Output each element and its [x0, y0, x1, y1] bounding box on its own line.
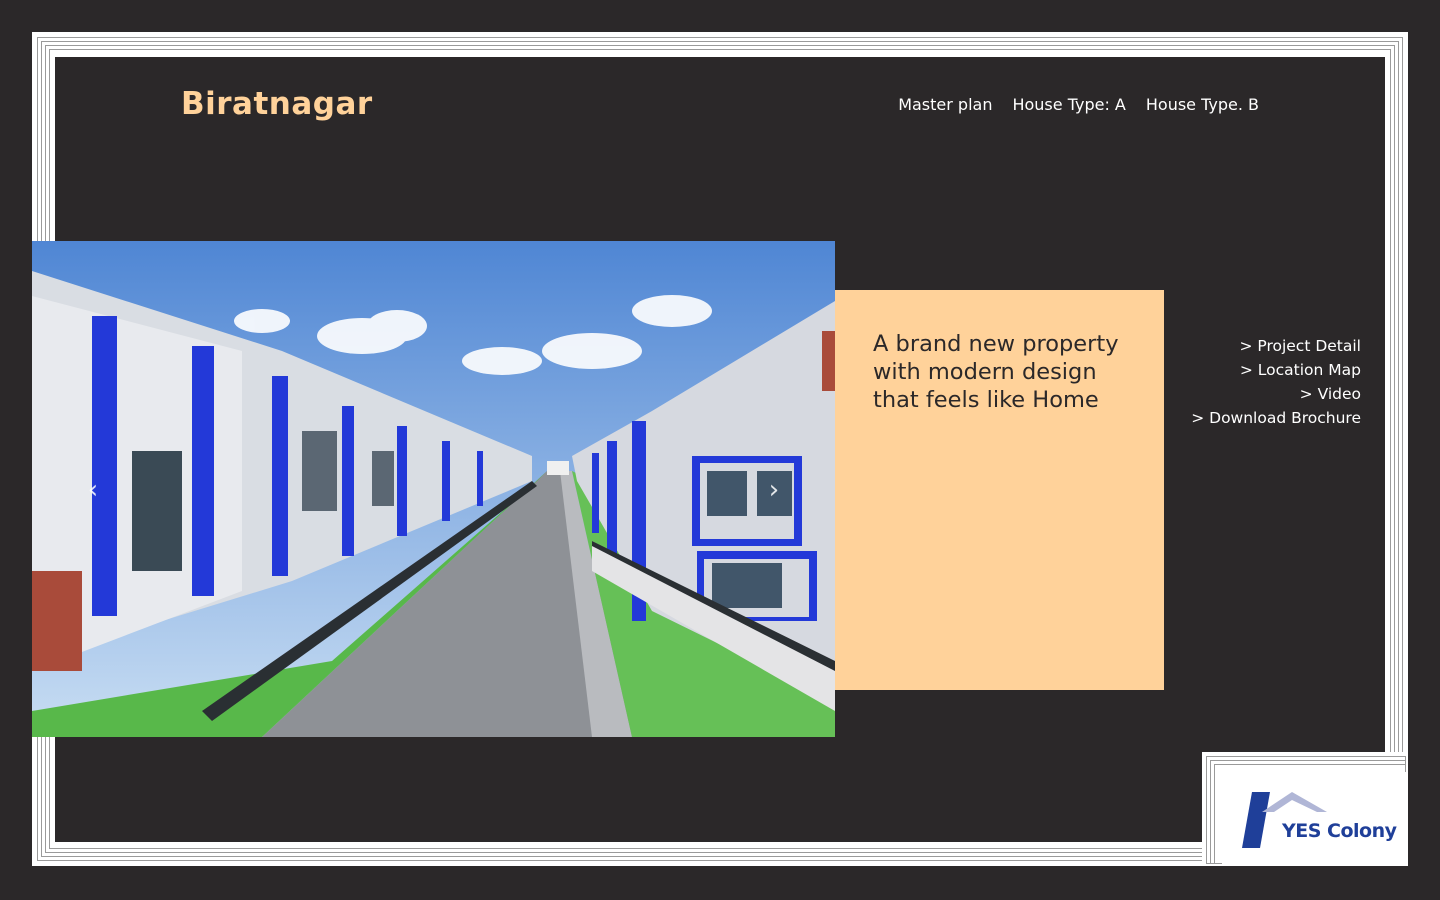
link-location-map[interactable]: > Location Map — [1191, 358, 1361, 382]
nav-master-plan[interactable]: Master plan — [898, 95, 992, 114]
property-headline: A brand new property with modern design … — [873, 331, 1119, 413]
carousel-slide-image — [32, 241, 835, 737]
logo-container — [1222, 772, 1408, 866]
side-links: > Project Detail > Location Map > Video … — [1191, 334, 1361, 430]
brand-logo[interactable]: YES Colony — [1282, 820, 1397, 842]
chevron-left-icon[interactable]: ‹ — [78, 472, 108, 508]
page-title: Biratnagar — [181, 86, 373, 122]
nav-house-type-a[interactable]: House Type: A — [1012, 95, 1125, 114]
top-navigation: Master plan House Type: A House Type. B — [898, 95, 1259, 114]
image-carousel[interactable]: ‹ › — [32, 241, 835, 737]
link-project-detail[interactable]: > Project Detail — [1191, 334, 1361, 358]
info-panel: A brand new property with modern design … — [835, 290, 1164, 690]
link-download-brochure[interactable]: > Download Brochure — [1191, 406, 1361, 430]
link-video[interactable]: > Video — [1191, 382, 1361, 406]
house-logo-icon — [1242, 792, 1327, 848]
nav-house-type-b[interactable]: House Type. B — [1146, 95, 1259, 114]
chevron-right-icon[interactable]: › — [759, 472, 789, 508]
